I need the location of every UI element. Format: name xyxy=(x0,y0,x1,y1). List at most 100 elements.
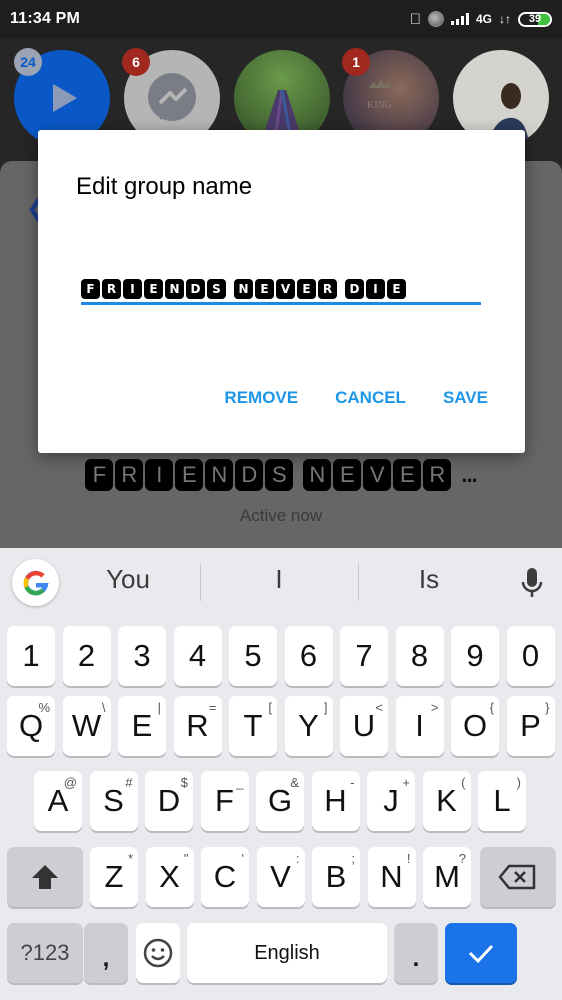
title-letter: E xyxy=(393,459,422,491)
key-e[interactable]: E | xyxy=(118,696,166,756)
period-key[interactable]: . xyxy=(394,923,438,983)
title-letter: I xyxy=(145,459,174,491)
key-a[interactable]: A @ xyxy=(34,771,82,831)
input-letter: S xyxy=(207,279,226,299)
key-label: R xyxy=(186,708,209,743)
key-label: H xyxy=(324,783,347,818)
key-label: S xyxy=(103,783,124,818)
save-button[interactable]: SAVE xyxy=(443,388,488,408)
key-0[interactable]: 0 xyxy=(506,626,555,686)
shift-key[interactable] xyxy=(7,847,83,907)
key-label: K xyxy=(436,783,457,818)
key-s[interactable]: S # xyxy=(89,771,138,831)
key-p[interactable]: P} xyxy=(506,696,555,756)
key-alt-label: # xyxy=(125,775,133,790)
emoji-key[interactable] xyxy=(136,923,180,983)
battery-level: 39 xyxy=(528,13,542,25)
title-letter: D xyxy=(235,459,264,491)
microphone-icon[interactable] xyxy=(520,566,544,600)
key-8[interactable]: 8 xyxy=(395,626,444,686)
key-5[interactable]: 5 xyxy=(229,626,277,686)
suggestion[interactable]: I xyxy=(219,564,339,595)
key-m[interactable]: M? xyxy=(423,847,471,907)
title-letter: E xyxy=(175,459,204,491)
key-t[interactable]: T[ xyxy=(229,696,277,756)
key-label: 1 xyxy=(22,638,40,673)
symbols-key[interactable]: ?123 xyxy=(7,923,83,983)
key-alt-label: | xyxy=(157,700,161,715)
suggestion[interactable]: Is xyxy=(369,564,489,595)
key-label: J xyxy=(383,783,399,818)
key-7[interactable]: 7 xyxy=(340,626,388,686)
key-c[interactable]: C ' xyxy=(201,847,249,907)
key-1[interactable]: 1 xyxy=(7,626,55,686)
suggestion[interactable]: You xyxy=(68,564,188,595)
key-g[interactable]: G & xyxy=(256,771,304,831)
input-letter: R xyxy=(102,279,121,299)
key-n[interactable]: N! xyxy=(367,847,416,907)
svg-text:KING: KING xyxy=(367,100,392,111)
dialog-title: Edit group name xyxy=(76,173,253,200)
key-f[interactable]: F _ xyxy=(200,771,249,831)
comma-key[interactable]: , xyxy=(84,923,128,983)
key-label: 6 xyxy=(299,638,318,673)
key-alt-label: " xyxy=(183,851,189,866)
remove-button[interactable]: REMOVE xyxy=(224,388,298,408)
key-alt-label: - xyxy=(350,775,355,790)
key-label: 0 xyxy=(521,638,540,673)
data-transfer-icon: ↓↑ xyxy=(499,12,511,26)
status-bar: 11:34 PM  4G ↓↑ 39 xyxy=(0,0,562,38)
input-letter: V xyxy=(276,279,295,299)
done-key[interactable] xyxy=(445,923,517,983)
story-badge: 1 xyxy=(342,48,370,76)
key-label: G xyxy=(267,783,293,818)
key-label: W xyxy=(71,708,102,743)
cancel-button[interactable]: CANCEL xyxy=(335,388,406,408)
title-letter: N xyxy=(205,459,234,491)
keyboard: You I Is 1234567890 Q% W \ E | R = T[Y] U < I > O{P}… xyxy=(0,548,562,1000)
space-bar[interactable]: English xyxy=(187,923,387,983)
key-v[interactable]: V: xyxy=(256,847,305,907)
suggestion-divider xyxy=(200,563,201,601)
key-label: B xyxy=(325,859,347,894)
key-alt-label: ] xyxy=(323,700,328,715)
key-h[interactable]: H- xyxy=(311,771,360,831)
key-k[interactable]: K( xyxy=(422,771,471,831)
status-time: 11:34 PM xyxy=(10,10,81,27)
input-underline xyxy=(81,302,481,305)
google-logo-icon[interactable] xyxy=(12,559,59,606)
key-9[interactable]: 9 xyxy=(451,626,499,686)
key-label: Z xyxy=(104,859,124,894)
key-3[interactable]: 3 xyxy=(118,626,166,686)
key-alt-label: + xyxy=(402,775,410,790)
key-2[interactable]: 2 xyxy=(62,626,111,686)
key-b[interactable]: B; xyxy=(312,847,360,907)
key-y[interactable]: Y] xyxy=(284,696,333,756)
key-w[interactable]: W \ xyxy=(62,696,111,756)
group-name-input[interactable]: F R I E N D S N E V E R D I E xyxy=(81,274,481,304)
key-j[interactable]: J + xyxy=(367,771,415,831)
key-label: 3 xyxy=(133,638,151,673)
key-label: P xyxy=(520,708,541,743)
key-u[interactable]: U < xyxy=(340,696,388,756)
key-4[interactable]: 4 xyxy=(173,626,222,686)
key-alt-label: ( xyxy=(461,775,466,790)
input-letter: E xyxy=(387,279,406,299)
key-x[interactable]: X " xyxy=(145,847,194,907)
key-6[interactable]: 6 xyxy=(284,626,333,686)
key-d[interactable]: D $ xyxy=(145,771,193,831)
key-z[interactable]: Z * xyxy=(90,847,138,907)
key-o[interactable]: O{ xyxy=(451,696,499,756)
dialog-actions: REMOVE CANCEL SAVE xyxy=(224,388,488,408)
key-alt-label: = xyxy=(208,700,217,715)
suggestion-divider xyxy=(358,563,359,601)
key-label: 5 xyxy=(244,638,262,673)
backspace-key[interactable] xyxy=(480,847,556,907)
key-l[interactable]: L) xyxy=(478,771,526,831)
key-q[interactable]: Q% xyxy=(7,696,55,756)
key-label: C xyxy=(213,859,237,894)
key-i[interactable]: I > xyxy=(395,696,444,756)
key-r[interactable]: R = xyxy=(173,696,222,756)
input-letter: F xyxy=(81,279,100,299)
key-alt-label: } xyxy=(545,700,550,715)
